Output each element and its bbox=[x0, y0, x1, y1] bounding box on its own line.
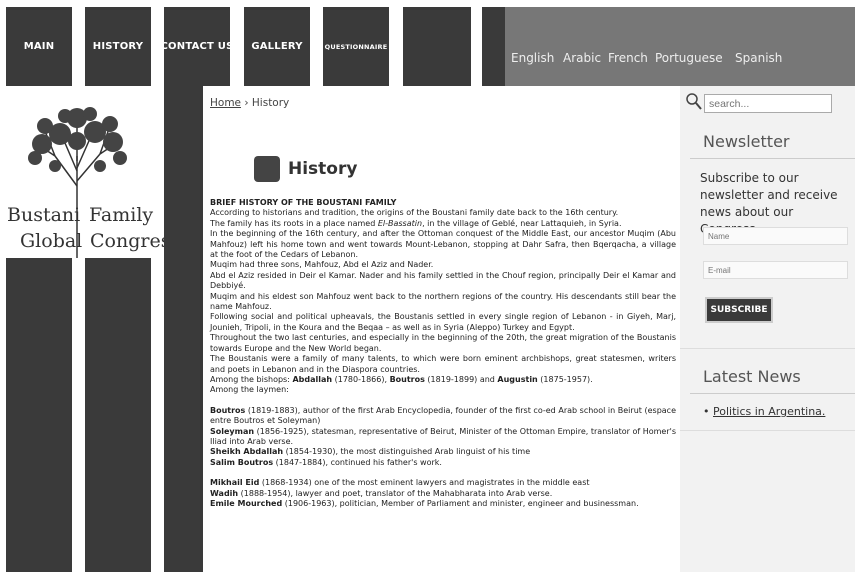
left-dark-strip-1 bbox=[6, 258, 72, 572]
article-paragraph: Muqim and his eldest son Mahfouz went ba… bbox=[210, 291, 676, 312]
email-field[interactable] bbox=[703, 261, 848, 279]
newsletter-title: Newsletter bbox=[703, 132, 790, 151]
main-content: Home › History History BRIEF HISTORY OF … bbox=[207, 86, 677, 572]
search-input[interactable] bbox=[704, 94, 832, 113]
name: Augustin bbox=[497, 374, 538, 384]
top-navbar: MAIN HISTORY CONTACT US GALLERY QUESTION… bbox=[0, 0, 855, 86]
content-left-strip bbox=[164, 86, 203, 572]
lang-english[interactable]: English bbox=[511, 51, 554, 65]
lang-portuguese[interactable]: Portuguese bbox=[655, 51, 723, 65]
name: Salim Boutros bbox=[210, 457, 274, 467]
divider bbox=[680, 430, 855, 431]
logo-text-global: Global bbox=[20, 230, 83, 252]
breadcrumb-current: History bbox=[251, 97, 290, 109]
text: (1847-1884), continued his father's work… bbox=[273, 457, 442, 467]
lang-arabic[interactable]: Arabic bbox=[563, 51, 601, 65]
breadcrumb-home-link[interactable]: Home bbox=[210, 97, 241, 109]
article-paragraph: Among the laymen: bbox=[210, 385, 289, 395]
text: (1868-1934) one of the most eminent lawy… bbox=[259, 478, 590, 488]
text: Among the bishops: bbox=[210, 374, 293, 384]
text: (1819-1899) and bbox=[424, 374, 498, 384]
lang-french[interactable]: French bbox=[608, 51, 648, 65]
history-icon bbox=[254, 156, 280, 182]
divider bbox=[690, 158, 855, 159]
text: (1875-1957). bbox=[537, 374, 593, 384]
article-body: BRIEF HISTORY OF THE BOUSTANI FAMILY Acc… bbox=[210, 198, 676, 509]
article-paragraph: In the beginning of the 16th century, an… bbox=[210, 229, 676, 260]
nav-gallery[interactable]: GALLERY bbox=[244, 7, 310, 86]
logo[interactable]: Bustani Family Global Congress bbox=[0, 86, 180, 266]
nav-main[interactable]: MAIN bbox=[6, 7, 72, 86]
text: (1780-1866), bbox=[332, 374, 390, 384]
text: (1888-1954), lawyer and poet, translator… bbox=[238, 488, 553, 498]
text: The family has its roots in a place name… bbox=[210, 218, 378, 228]
search-icon[interactable] bbox=[686, 93, 702, 111]
text: (1856-1925), statesman, representative o… bbox=[210, 426, 676, 446]
text: (1819-1883), author of the first Arab En… bbox=[210, 405, 676, 426]
name-field[interactable] bbox=[703, 227, 848, 245]
name: Soleyman bbox=[210, 426, 255, 436]
article-paragraph: Abd el Aziz resided in Deir el Kamar. Na… bbox=[210, 270, 676, 291]
article-paragraph: Muqim had three sons, Mahfouz, Abd el Az… bbox=[210, 260, 434, 270]
article-paragraph: According to historians and tradition, t… bbox=[210, 208, 619, 218]
lang-spanish[interactable]: Spanish bbox=[735, 51, 782, 65]
breadcrumb: Home › History bbox=[210, 97, 290, 109]
left-dark-strip-2 bbox=[85, 258, 151, 572]
news-list-item: • Politics in Argentina. bbox=[703, 405, 826, 418]
article-paragraph: Following social and political upheavals… bbox=[210, 312, 676, 332]
language-bar: English Arabic French Portuguese Spanish bbox=[505, 7, 855, 86]
name: Abdallah bbox=[292, 374, 333, 384]
logo-text-bustani: Bustani bbox=[7, 204, 81, 226]
breadcrumb-separator: › bbox=[244, 97, 249, 109]
text: , in the village of Geblé, near Lattaqui… bbox=[422, 218, 622, 228]
left-column: Bustani Family Global Congress bbox=[0, 86, 180, 572]
article-paragraph: The Boustanis were a family of many tale… bbox=[210, 354, 676, 374]
name: Emile Mourched bbox=[210, 498, 283, 508]
article-paragraph: Throughout the two last centuries, and e… bbox=[210, 333, 676, 353]
name: Boutros bbox=[210, 405, 246, 415]
latest-news-title: Latest News bbox=[703, 367, 801, 386]
nav-contact-us[interactable]: CONTACT US bbox=[161, 7, 233, 86]
nav-questionnaire[interactable]: QUESTIONNAIRE bbox=[323, 7, 389, 86]
name: Boutros bbox=[389, 374, 425, 384]
divider bbox=[690, 393, 855, 394]
article-heading: BRIEF HISTORY OF THE BOUSTANI FAMILY bbox=[210, 198, 397, 207]
news-link[interactable]: Politics in Argentina. bbox=[713, 405, 825, 418]
logo-text-family: Family bbox=[89, 204, 154, 226]
text: (1854-1930), the most distinguished Arab… bbox=[283, 447, 531, 457]
nav-empty[interactable] bbox=[403, 7, 471, 86]
nav-spacer bbox=[482, 7, 505, 86]
nav-history[interactable]: HISTORY bbox=[85, 7, 151, 86]
page-title: History bbox=[288, 159, 358, 179]
text-place: El-Bassatin bbox=[377, 218, 423, 228]
subscribe-button[interactable]: SUBSCRIBE bbox=[705, 297, 773, 323]
text: (1906-1963), politician, Member of Parli… bbox=[282, 498, 639, 508]
divider bbox=[680, 348, 855, 349]
name: Wadih bbox=[210, 488, 239, 498]
name: Mikhail Eid bbox=[210, 478, 260, 488]
name: Sheikh Abdallah bbox=[210, 447, 284, 457]
